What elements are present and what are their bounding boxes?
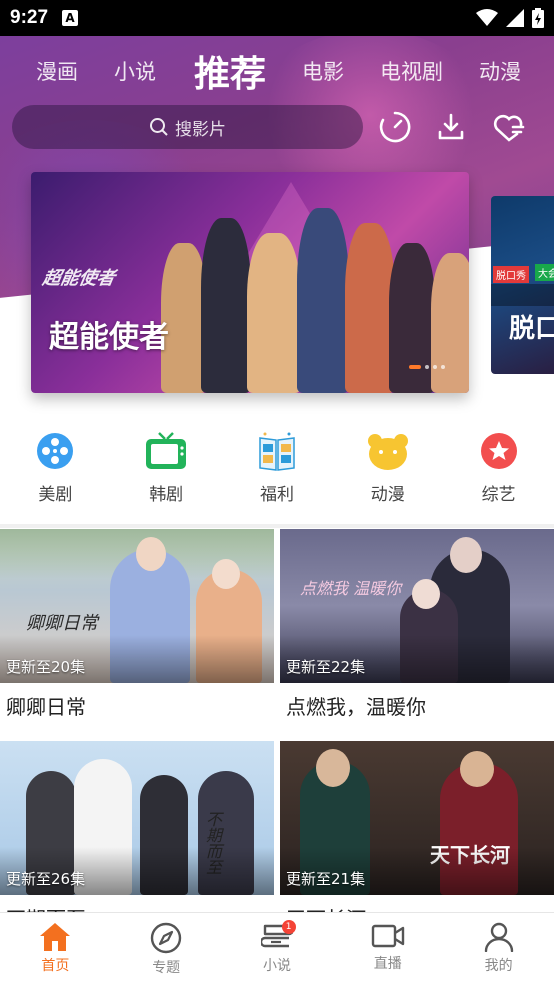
video-poster: 天下长河 更新至21集	[280, 741, 554, 895]
signal-icon	[506, 9, 524, 27]
history-button[interactable]	[377, 109, 413, 145]
tab-movies[interactable]: 电影	[266, 56, 344, 86]
download-button[interactable]	[433, 109, 469, 145]
video-camera-icon	[371, 924, 404, 948]
update-status: 更新至20集	[6, 658, 86, 676]
notification-badge: 1	[281, 920, 296, 934]
banner-main[interactable]: 超能使者 超能使者	[31, 172, 469, 393]
notification-icon: A	[62, 10, 79, 26]
tab-anime[interactable]: 动漫	[443, 56, 521, 86]
history-clock-icon	[379, 111, 411, 143]
bear-icon	[367, 430, 409, 472]
banner-pagination	[409, 365, 445, 369]
tab-comics[interactable]: 漫画	[0, 56, 78, 86]
tv-icon	[145, 430, 187, 472]
search-placeholder: 搜影片	[175, 119, 226, 140]
category-tabs: 漫画 小说 推荐 电影 电视剧 动漫	[0, 40, 554, 102]
quick-label: 福利	[259, 485, 294, 505]
video-poster: 不期而至 更新至26集	[0, 741, 274, 895]
video-card[interactable]: 不期而至 更新至26集 不期而至	[0, 741, 274, 932]
battery-icon	[532, 8, 544, 28]
status-time: 9:27	[10, 7, 49, 28]
star-icon	[478, 430, 520, 472]
update-status: 更新至21集	[286, 870, 366, 888]
home-icon	[40, 923, 71, 951]
video-poster: 点燃我 温暖你 更新至22集	[280, 529, 554, 683]
quick-item-us-drama[interactable]: 美剧	[0, 430, 111, 514]
app-root: 9:27 A 漫画 小说 推荐 电影 电视剧 动漫 搜影片 超能使者 超能使者 …	[0, 0, 554, 984]
nav-topics[interactable]: 专题	[111, 913, 222, 984]
wifi-icon	[476, 9, 498, 26]
search-input[interactable]: 搜影片	[12, 105, 363, 149]
quick-categories: 美剧 韩剧 福利 动漫 综艺	[0, 430, 554, 514]
nav-label: 直播	[373, 956, 402, 972]
quick-label: 美剧	[38, 485, 73, 505]
poster-title-art: 点燃我 温暖你	[300, 579, 402, 598]
video-title: 点燃我，温暖你	[286, 695, 426, 719]
video-poster: 卿卿日常 更新至20集	[0, 529, 274, 683]
nav-live[interactable]: 直播	[332, 913, 443, 984]
video-card[interactable]: 天下长河 更新至21集 天下长河	[280, 741, 554, 932]
tab-recommend[interactable]: 推荐	[156, 45, 266, 97]
update-status: 更新至22集	[286, 658, 366, 676]
quick-label: 动漫	[370, 485, 405, 505]
nav-profile[interactable]: 我的	[443, 913, 554, 984]
favorite-heart-icon	[493, 114, 525, 142]
update-status: 更新至26集	[6, 870, 86, 888]
tab-novels[interactable]: 小说	[78, 56, 156, 86]
section-divider	[0, 524, 554, 528]
nav-novels[interactable]: 1 小说	[222, 913, 333, 984]
nav-label: 小说	[262, 958, 291, 974]
banner-logo: 超能使者	[40, 268, 117, 289]
quick-item-kr-drama[interactable]: 韩剧	[111, 430, 222, 514]
nav-home[interactable]: 首页	[0, 913, 111, 984]
quick-item-anime[interactable]: 动漫	[332, 430, 443, 514]
quick-item-variety[interactable]: 综艺	[443, 430, 554, 514]
banner-next[interactable]: 脱口秀 大会 脱口	[491, 196, 554, 374]
tab-tv-series[interactable]: 电视剧	[344, 56, 443, 86]
video-title: 卿卿日常	[6, 695, 86, 719]
download-icon	[438, 113, 464, 140]
profile-icon	[484, 922, 513, 952]
favorites-button[interactable]	[491, 109, 527, 145]
quick-label: 韩剧	[149, 485, 184, 505]
film-reel-icon	[34, 430, 76, 472]
status-bar: 9:27 A	[0, 0, 554, 36]
bottom-nav: 首页 专题 1 小说 直播 我的	[0, 912, 554, 984]
banner-side-badge-right: 大会	[535, 264, 554, 281]
book-icon	[256, 430, 298, 472]
nav-label: 我的	[484, 958, 513, 974]
nav-label: 首页	[41, 958, 70, 974]
banner-side-title: 脱口	[509, 314, 554, 344]
video-card[interactable]: 点燃我 温暖你 更新至22集 点燃我，温暖你	[280, 529, 554, 720]
quick-item-welfare[interactable]: 福利	[222, 430, 333, 514]
compass-icon	[150, 922, 182, 954]
nav-label: 专题	[152, 960, 181, 976]
poster-title-art: 卿卿日常	[26, 613, 98, 634]
banner-side-badge-left: 脱口秀	[493, 266, 529, 283]
search-icon	[150, 118, 168, 136]
quick-label: 综艺	[481, 485, 516, 505]
banner-title: 超能使者	[49, 320, 169, 355]
video-card[interactable]: 卿卿日常 更新至20集 卿卿日常	[0, 529, 274, 720]
